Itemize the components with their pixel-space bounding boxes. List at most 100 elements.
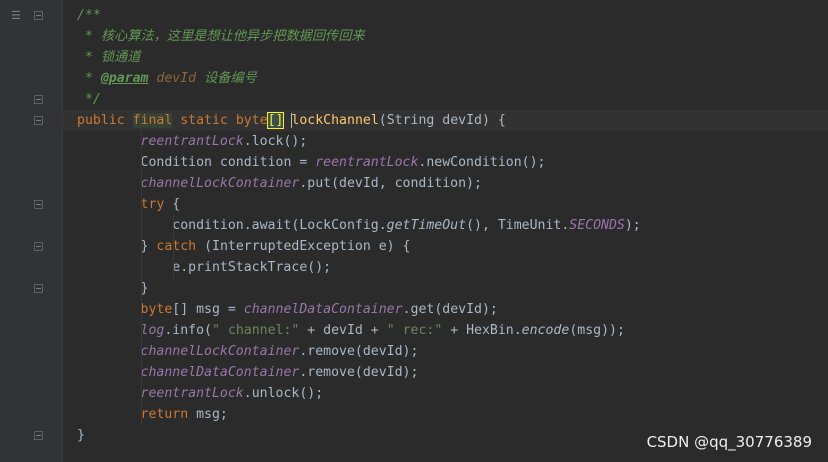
code-token: catch [156,239,197,254]
code-line[interactable]: * 锁通道 [77,47,140,68]
fold-marker-icon[interactable] [34,284,43,293]
code-token: [] [266,112,285,129]
code-token: .unlock(); [243,386,324,401]
code-line[interactable]: try { [77,194,181,215]
code-token: * 核心算法，这里是想让他异步把数据回传回来 [84,29,365,44]
fold-marker-icon[interactable] [34,431,43,440]
fold-marker-icon[interactable] [34,116,43,125]
code-token: try [140,197,165,212]
code-token: (), TimeUnit. [466,218,570,233]
gutter-divider [62,0,63,462]
code-line[interactable]: channelDataContainer.remove(devId); [77,362,419,383]
code-token: 设备编号 [204,71,257,86]
code-token: /** [77,8,101,23]
code-token: public [77,113,133,128]
code-token: (String devId) { [378,113,506,128]
code-token: condition.await(LockConfig. [172,218,387,233]
code-line[interactable]: } [77,425,85,446]
structure-icon[interactable]: ☰ [11,9,21,22]
code-line[interactable]: channelLockContainer.put(devId, conditio… [77,173,482,194]
code-token: .remove(devId); [299,344,419,359]
code-token: .newCondition(); [418,155,546,170]
code-token: { [164,197,181,212]
editor-gutter: ☰ [0,0,62,462]
code-token: Condition condition = [140,155,316,170]
code-token: return [140,407,189,422]
code-token: (msg)); [569,323,625,338]
code-token: .put(devId, condition); [299,176,482,191]
fold-marker-icon[interactable] [34,200,43,209]
code-token: reentrantLock [140,134,244,149]
code-token: final [132,113,173,128]
watermark: CSDN @qq_30776389 [646,433,812,451]
code-line[interactable]: * @param devId 设备编号 [77,68,257,89]
code-line[interactable]: * 核心算法，这里是想让他异步把数据回传回来 [77,26,365,47]
code-line[interactable]: condition.await(LockConfig.getTimeOut(),… [77,215,640,236]
code-token: msg; [188,407,228,422]
code-line[interactable]: e.printStackTrace(); [77,257,331,278]
fold-marker-icon[interactable] [34,242,43,251]
code-line[interactable]: channelLockContainer.remove(devId); [77,341,419,362]
code-line[interactable]: log.info(" channel:" + devId + " rec:" +… [77,320,625,341]
code-line[interactable]: } catch (InterruptedException e) { [77,236,411,257]
code-token: channelLockContainer [140,344,300,359]
code-token: + devId + [299,323,387,338]
code-token: * [84,71,101,86]
code-token: [] msg = [172,302,244,317]
code-token: .get(devId); [402,302,498,317]
code-line[interactable]: reentrantLock.unlock(); [77,383,324,404]
code-token: byte [140,302,173,317]
code-token: " rec:" [386,323,443,338]
code-token: byte [235,113,268,128]
code-line[interactable]: Condition condition = reentrantLock.newC… [77,152,546,173]
indent-guide [173,215,174,278]
fold-marker-icon[interactable] [34,11,43,20]
code-token: static [172,113,236,128]
code-line[interactable]: public final static byte[] lockChannel(S… [77,110,506,131]
code-line[interactable]: } [77,278,149,299]
code-token: channelDataContainer [243,302,403,317]
code-token: * 锁通道 [84,50,141,65]
code-token: @param [100,71,149,86]
code-token: channelLockContainer [140,176,300,191]
code-token: e.printStackTrace(); [172,260,332,275]
code-token: + HexBin. [442,323,522,338]
code-token: log [140,323,165,338]
code-token: reentrantLock [315,155,419,170]
code-token: .remove(devId); [299,365,419,380]
code-line[interactable]: return msg; [77,404,228,425]
code-token: .lock(); [243,134,308,149]
code-token: getTimeOut [386,218,467,233]
fold-marker-icon[interactable] [34,95,43,104]
code-line[interactable]: */ [77,89,101,110]
code-token: encode [521,323,570,338]
code-token: reentrantLock [140,386,244,401]
code-token: " channel:" [212,323,300,338]
indent-guide [141,131,142,425]
code-line[interactable]: /** [77,5,101,26]
code-token: devId [148,71,205,86]
code-token: (InterruptedException e) { [196,239,411,254]
code-token: SECONDS [569,218,625,233]
code-token: */ [84,92,101,107]
code-token: lockChannel [291,113,379,128]
code-line[interactable]: reentrantLock.lock(); [77,131,308,152]
code-token: } [77,428,85,443]
